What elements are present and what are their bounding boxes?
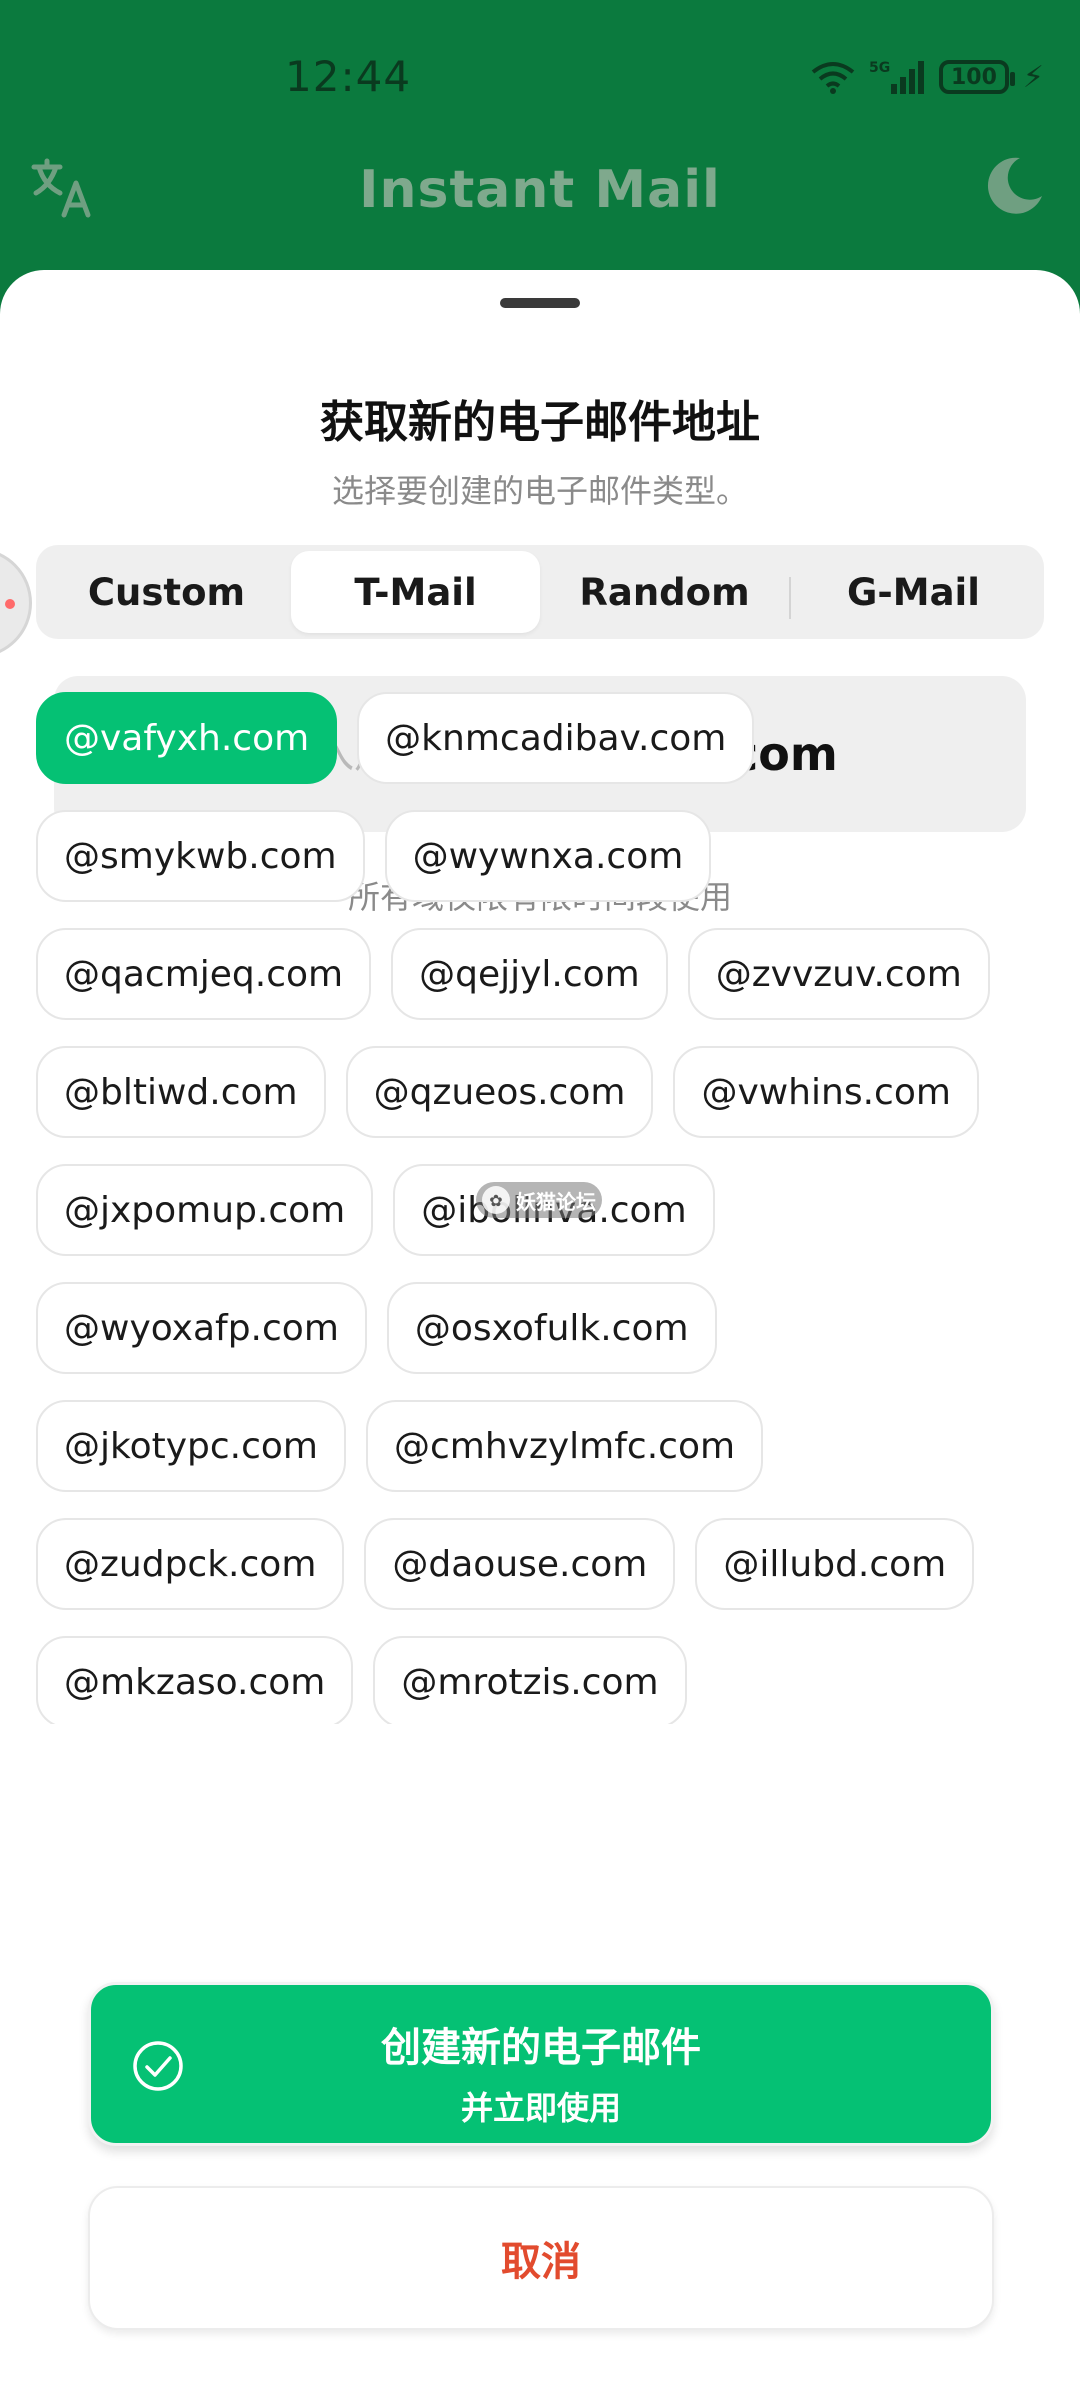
domain-chip[interactable]: @qejjyl.com (391, 928, 668, 1020)
domain-chip[interactable]: @illubd.com (695, 1518, 975, 1610)
watermark: ✿ 妖猫论坛 (476, 1182, 602, 1218)
network-type-label: 5G (869, 60, 890, 76)
cellular-signal-icon: 5G (869, 60, 924, 94)
sheet-subtitle: 选择要创建的电子邮件类型。 (331, 472, 748, 510)
email-type-tabs: Custom T-Mail Random G-Mail (36, 545, 1044, 639)
cancel-button-label: 取消 (501, 2239, 581, 2285)
domain-chip[interactable]: @qzueos.com (345, 1046, 654, 1138)
tab-t-mail[interactable]: T-Mail (291, 551, 540, 633)
charging-icon: ⚡ (1022, 59, 1044, 95)
create-button-label: 创建新的电子邮件 (381, 2025, 701, 2071)
tab-random[interactable]: Random (540, 551, 789, 633)
domain-chip[interactable]: @osxofulk.com (386, 1282, 717, 1374)
domain-chip[interactable]: @bltiwd.com (36, 1046, 326, 1138)
cancel-button[interactable]: 取消 (88, 2186, 994, 2330)
domain-chip[interactable]: @knmcadibav.com (357, 692, 755, 784)
domain-chip[interactable]: @smykwb.com (36, 810, 365, 902)
sheet-drag-handle[interactable] (500, 298, 580, 308)
cat-logo-icon: ✿ (482, 1186, 510, 1214)
domain-chip[interactable]: @mrotzis.com (373, 1636, 687, 1724)
watermark-text: 妖猫论坛 (516, 1189, 596, 1214)
domain-chip[interactable]: @daouse.com (364, 1518, 676, 1610)
battery-icon: 100 (938, 60, 1015, 94)
moon-icon[interactable] (980, 152, 1048, 220)
status-icons: 5G 100 ⚡ (811, 58, 1044, 96)
domain-chip[interactable]: @qacmjeq.com (36, 928, 372, 1020)
domain-chip[interactable]: @zudpck.com (36, 1518, 345, 1610)
app-title: Instant Mail (359, 160, 721, 220)
create-button-sublabel: 并立即使用 (460, 2089, 621, 2127)
tab-g-mail[interactable]: G-Mail (789, 551, 1038, 633)
domain-chip[interactable]: @mkzaso.com (36, 1636, 354, 1724)
create-email-button[interactable]: 创建新的电子邮件 并立即使用 (88, 1982, 994, 2146)
domain-chip[interactable]: @vwhins.com (673, 1046, 979, 1138)
create-button-text: 创建新的电子邮件 并立即使用 (91, 2015, 991, 2129)
tab-label: T-Mail (354, 570, 477, 614)
tab-divider (789, 577, 791, 619)
domain-chip[interactable]: @wywnxa.com (384, 810, 712, 902)
domain-chip[interactable]: @jkotypc.com (36, 1400, 346, 1492)
sheet-title: 获取新的电子邮件地址 (320, 397, 760, 448)
wifi-icon (811, 62, 855, 94)
domain-chip[interactable]: @jxpomup.com (36, 1164, 374, 1256)
domain-chip[interactable]: @vafyxh.com (36, 692, 338, 784)
tab-custom[interactable]: Custom (42, 551, 291, 633)
battery-level: 100 (950, 64, 997, 90)
status-time: 12:44 (285, 52, 412, 101)
tab-label: Custom (87, 570, 246, 614)
domain-chip[interactable]: @cmhvzylmfc.com (366, 1400, 764, 1492)
domain-chip[interactable]: @wyoxafp.com (36, 1282, 367, 1374)
notification-dot (5, 599, 15, 609)
tab-label: Random (579, 570, 750, 614)
tab-label: G-Mail (847, 570, 980, 614)
domain-chip[interactable]: @zvvzuv.com (687, 928, 990, 1020)
